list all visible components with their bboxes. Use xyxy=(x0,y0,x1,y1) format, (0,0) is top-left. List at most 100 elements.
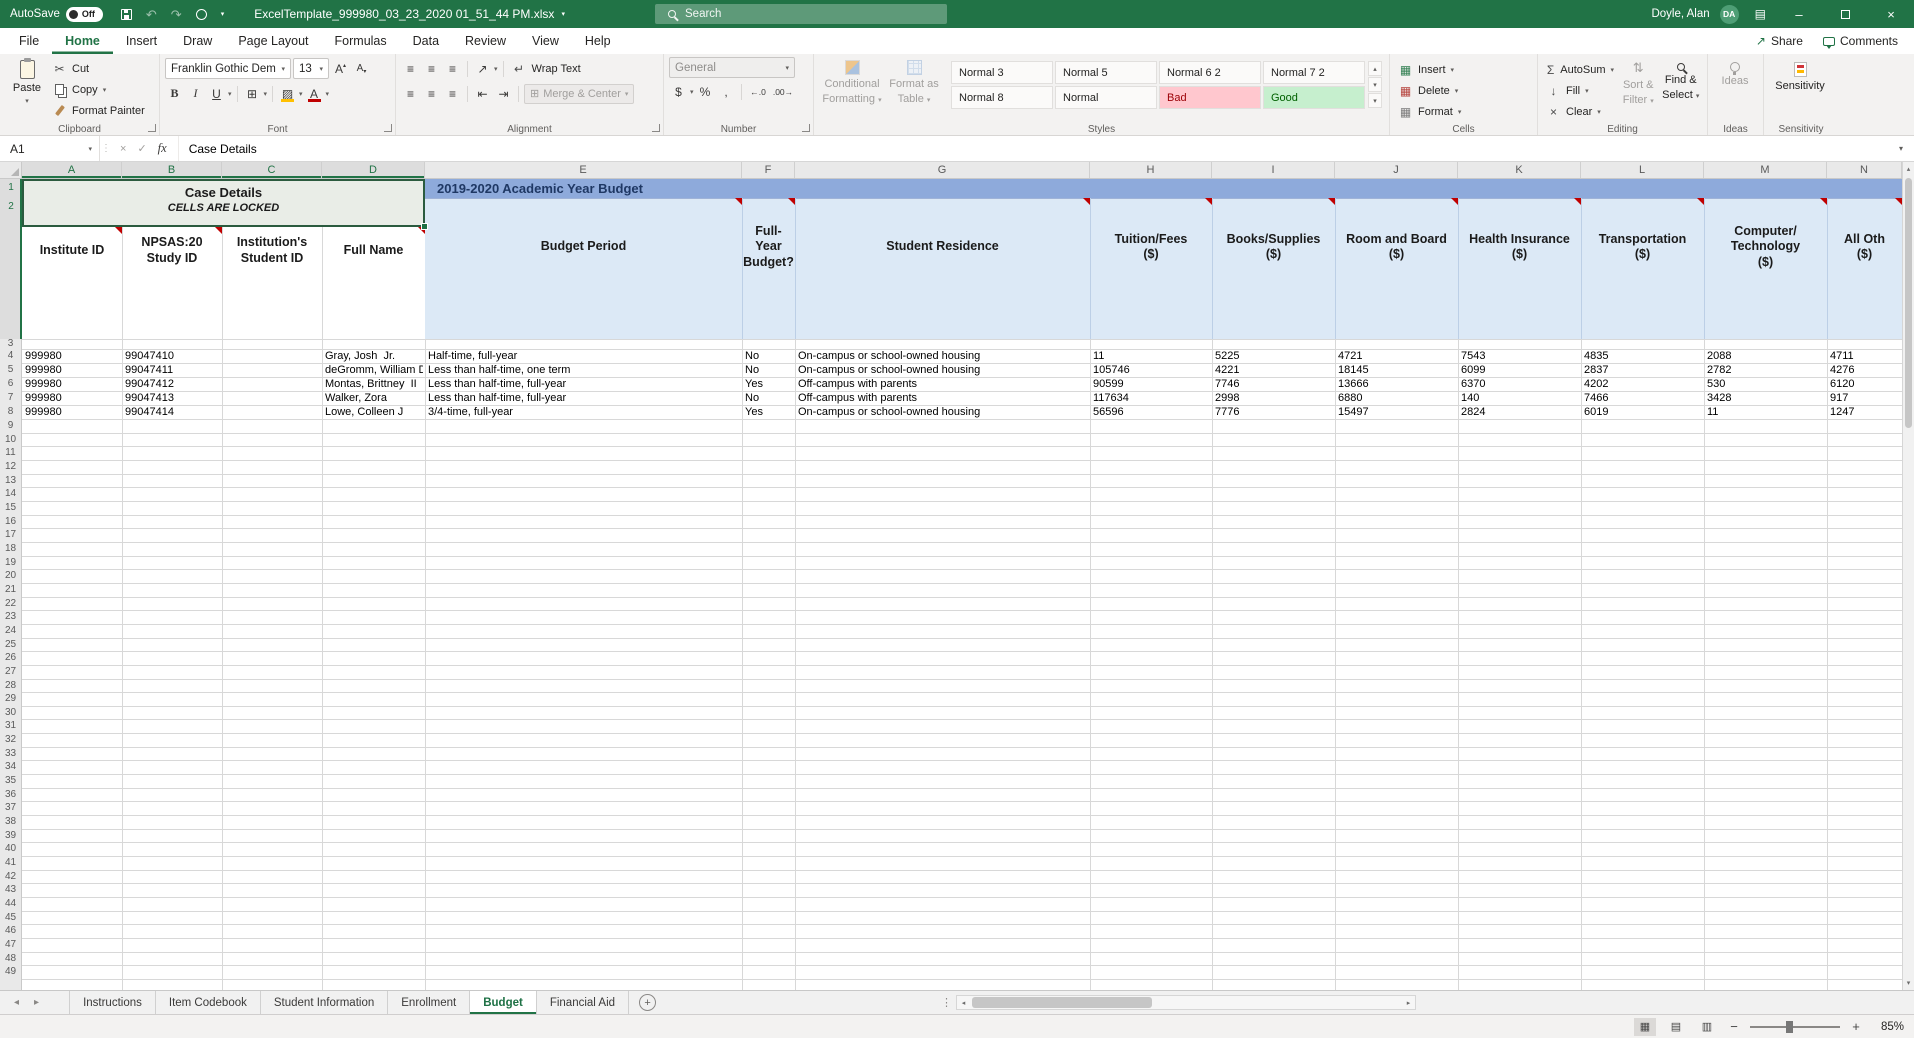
row-header-27[interactable]: 27 xyxy=(0,665,21,679)
zoom-in-button[interactable]: + xyxy=(1849,1019,1863,1034)
cell-E8[interactable]: 3/4-time, full-year xyxy=(428,405,740,419)
cell-B4[interactable]: 99047410 xyxy=(125,349,220,363)
formula-input[interactable]: Case Details xyxy=(179,136,1888,161)
cell-J6[interactable]: 13666 xyxy=(1338,377,1456,391)
horizontal-scrollbar[interactable]: ◂ ▸ xyxy=(956,995,1416,1010)
align-middle-button[interactable]: ≡ xyxy=(422,59,441,78)
column-header-b[interactable]: B xyxy=(122,162,222,178)
cell-D8[interactable]: Lowe, Colleen J xyxy=(325,405,423,419)
row-header-40[interactable]: 40 xyxy=(0,842,21,856)
row-header-6[interactable]: 6 xyxy=(0,377,21,391)
tab-bar-sizer-icon[interactable]: ⋮ xyxy=(941,991,952,1014)
sheet-nav-left-icon[interactable]: ◂ xyxy=(14,997,19,1008)
sheet-tab-enrollment[interactable]: Enrollment xyxy=(388,991,470,1014)
gallery-down-icon[interactable]: ▾ xyxy=(1368,77,1382,92)
cell-D5[interactable]: deGromm, William D xyxy=(325,363,423,377)
ribbon-tab-home[interactable]: Home xyxy=(52,28,113,54)
header-a[interactable]: Institute ID xyxy=(22,227,122,273)
sheet-tab-instructions[interactable]: Instructions xyxy=(70,991,156,1014)
zoom-level[interactable]: 85% xyxy=(1872,1021,1904,1033)
cell-F6[interactable]: Yes xyxy=(745,377,793,391)
column-header-j[interactable]: J xyxy=(1335,162,1458,178)
row-header-25[interactable]: 25 xyxy=(0,638,21,652)
font-dialog-launcher[interactable] xyxy=(384,124,392,132)
fill-handle[interactable] xyxy=(421,223,428,230)
scroll-down-icon[interactable]: ▾ xyxy=(1903,979,1914,987)
column-header-g[interactable]: G xyxy=(795,162,1090,178)
row-header-20[interactable]: 20 xyxy=(0,569,21,583)
style-normal-8[interactable]: Normal 8 xyxy=(951,86,1053,109)
sensitivity-button[interactable]: Sensitivity xyxy=(1769,57,1831,95)
header-j[interactable]: Room and Board($) xyxy=(1335,198,1458,296)
row-header-44[interactable]: 44 xyxy=(0,897,21,911)
cell-J8[interactable]: 15497 xyxy=(1338,405,1456,419)
row-header-32[interactable]: 32 xyxy=(0,733,21,747)
row-header-48[interactable]: 48 xyxy=(0,952,21,966)
row-header-28[interactable]: 28 xyxy=(0,679,21,693)
new-sheet-button[interactable]: + xyxy=(639,994,656,1011)
align-right-button[interactable]: ≡ xyxy=(443,84,462,103)
cell-G7[interactable]: Off-campus with parents xyxy=(798,391,1088,405)
cell-L8[interactable]: 6019 xyxy=(1584,405,1702,419)
ideas-button[interactable]: Ideas xyxy=(1713,57,1757,90)
row-header-11[interactable]: 11 xyxy=(0,446,21,460)
row-header-31[interactable]: 31 xyxy=(0,719,21,733)
column-header-d[interactable]: D xyxy=(322,162,425,178)
cell-B8[interactable]: 99047414 xyxy=(125,405,220,419)
row-header-5[interactable]: 5 xyxy=(0,363,21,377)
cell-L6[interactable]: 4202 xyxy=(1584,377,1702,391)
share-button[interactable]: ↗ Share xyxy=(1756,34,1803,48)
cell-J5[interactable]: 18145 xyxy=(1338,363,1456,377)
row-header-49[interactable]: 49 xyxy=(0,965,21,979)
cell-N8[interactable]: 1247 xyxy=(1830,405,1900,419)
clipboard-dialog-launcher[interactable] xyxy=(148,124,156,132)
header-l[interactable]: Transportation($) xyxy=(1581,198,1704,296)
cell-L7[interactable]: 7466 xyxy=(1584,391,1702,405)
save-icon[interactable] xyxy=(121,9,132,20)
cell-E7[interactable]: Less than half-time, full-year xyxy=(428,391,740,405)
cell-M7[interactable]: 3428 xyxy=(1707,391,1825,405)
cell-E5[interactable]: Less than half-time, one term xyxy=(428,363,740,377)
zoom-out-button[interactable]: − xyxy=(1727,1019,1741,1034)
page-break-view-button[interactable]: ▥ xyxy=(1696,1018,1718,1036)
decrease-decimal-button[interactable]: .00→ xyxy=(772,82,795,101)
format-button[interactable]: ▦Format▾ xyxy=(1395,101,1464,122)
header-d[interactable]: Full Name xyxy=(322,227,425,273)
minimize-button[interactable]: – xyxy=(1776,0,1822,28)
column-header-f[interactable]: F xyxy=(742,162,795,178)
cut-button[interactable]: ✂Cut xyxy=(49,58,148,79)
header-m[interactable]: Computer/Technology($) xyxy=(1704,198,1827,296)
cell-H7[interactable]: 117634 xyxy=(1093,391,1210,405)
row-header-30[interactable]: 30 xyxy=(0,706,21,720)
cell-K4[interactable]: 7543 xyxy=(1461,349,1579,363)
row-header-24[interactable]: 24 xyxy=(0,624,21,638)
ribbon-tab-review[interactable]: Review xyxy=(452,28,519,54)
ribbon-tab-view[interactable]: View xyxy=(519,28,572,54)
cell-B6[interactable]: 99047412 xyxy=(125,377,220,391)
cell-K6[interactable]: 6370 xyxy=(1461,377,1579,391)
number-dialog-launcher[interactable] xyxy=(802,124,810,132)
fill-color-button[interactable]: ▨ xyxy=(278,84,297,103)
row-header-39[interactable]: 39 xyxy=(0,829,21,843)
formula-bar-expand-icon[interactable]: ▾ xyxy=(1888,136,1914,161)
worksheet[interactable]: 2019-2020 Academic Year BudgetInstitute … xyxy=(0,179,1902,990)
conditional-formatting-button[interactable]: Conditional Formatting ▾ xyxy=(819,57,885,110)
column-header-k[interactable]: K xyxy=(1458,162,1581,178)
cell-L4[interactable]: 4835 xyxy=(1584,349,1702,363)
row-header-38[interactable]: 38 xyxy=(0,815,21,829)
cell-I6[interactable]: 7746 xyxy=(1215,377,1333,391)
cell-M8[interactable]: 11 xyxy=(1707,405,1825,419)
header-b[interactable]: NPSAS:20Study ID xyxy=(122,227,222,273)
scroll-up-icon[interactable]: ▴ xyxy=(1903,165,1914,173)
page-layout-view-button[interactable]: ▤ xyxy=(1665,1018,1687,1036)
underline-button[interactable]: U xyxy=(207,84,226,103)
comments-button[interactable]: Comments xyxy=(1823,34,1898,48)
case-details-box[interactable]: Case DetailsCELLS ARE LOCKED xyxy=(22,179,425,227)
cell-I4[interactable]: 5225 xyxy=(1215,349,1333,363)
cell-M5[interactable]: 2782 xyxy=(1707,363,1825,377)
cell-A7[interactable]: 999980 xyxy=(25,391,120,405)
cell-A5[interactable]: 999980 xyxy=(25,363,120,377)
cell-M6[interactable]: 530 xyxy=(1707,377,1825,391)
row-header-35[interactable]: 35 xyxy=(0,774,21,788)
cell-K8[interactable]: 2824 xyxy=(1461,405,1579,419)
